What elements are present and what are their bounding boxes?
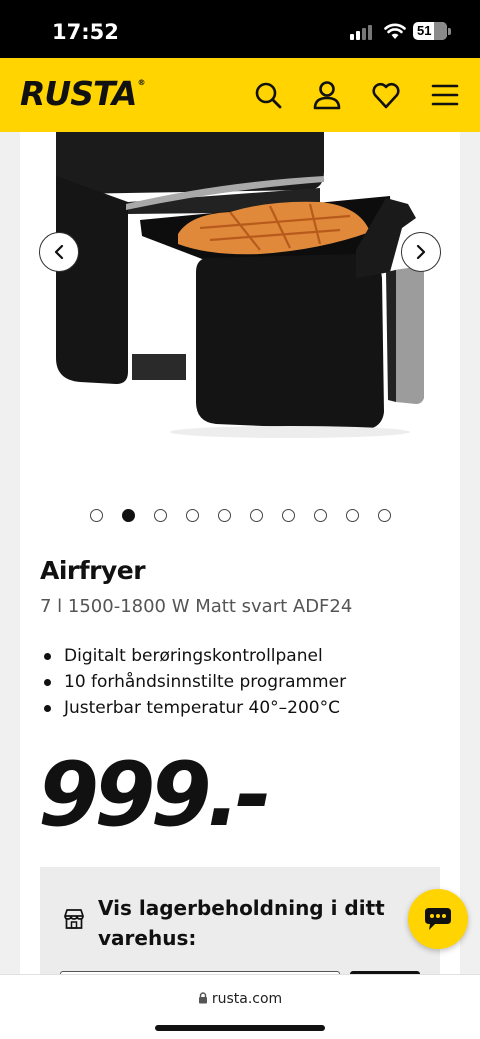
product-image[interactable] xyxy=(20,132,460,462)
stock-panel: Vis lagerbeholdning i ditt varehus: xyxy=(40,867,440,974)
feature-item: 10 forhåndsinnstilte programmer xyxy=(40,669,346,695)
carousel-dot[interactable] xyxy=(154,509,167,522)
carousel-dot[interactable] xyxy=(282,509,295,522)
carousel-prev-button[interactable] xyxy=(39,232,79,272)
home-indicator[interactable] xyxy=(155,1025,325,1031)
site-header: RUSTA® xyxy=(0,58,480,132)
chat-icon xyxy=(425,908,451,930)
store-icon xyxy=(64,909,84,929)
status-time: 17:52 xyxy=(52,20,119,44)
carousel-dot[interactable] xyxy=(378,509,391,522)
battery-tip xyxy=(448,28,451,35)
carousel-dots xyxy=(90,509,391,523)
status-bar: 17:52 51 xyxy=(0,0,480,58)
search-icon[interactable] xyxy=(253,80,283,110)
carousel-dot[interactable] xyxy=(122,509,135,522)
chat-button[interactable] xyxy=(408,889,468,949)
chevron-right-icon xyxy=(416,244,426,260)
battery-indicator: 51 xyxy=(413,22,447,40)
stock-title: Vis lagerbeholdning i ditt varehus: xyxy=(98,896,385,950)
product-title: Airfryer xyxy=(40,556,146,585)
feature-item: Justerbar temperatur 40°–200°C xyxy=(40,695,346,721)
carousel-dot[interactable] xyxy=(250,509,263,522)
heart-icon[interactable] xyxy=(371,80,401,110)
signal-icon xyxy=(350,24,376,40)
browser-address-bar[interactable]: rusta.com xyxy=(0,974,480,1039)
wifi-icon xyxy=(384,23,406,39)
url-display[interactable]: rusta.com xyxy=(0,991,480,1007)
url-text: rusta.com xyxy=(211,991,283,1007)
carousel-dot[interactable] xyxy=(186,509,199,522)
carousel-dot[interactable] xyxy=(90,509,103,522)
carousel-next-button[interactable] xyxy=(401,232,441,272)
lock-icon xyxy=(198,992,207,1004)
product-price: 999.- xyxy=(38,743,272,846)
carousel-dot[interactable] xyxy=(218,509,231,522)
product-card: Airfryer 7 l 1500-1800 W Matt svart ADF2… xyxy=(20,132,460,974)
carousel-dot[interactable] xyxy=(314,509,327,522)
feature-list: Digitalt berøringskontrollpanel 10 forhå… xyxy=(40,643,346,721)
chevron-left-icon xyxy=(54,244,64,260)
feature-item: Digitalt berøringskontrollpanel xyxy=(40,643,346,669)
product-subtitle: 7 l 1500-1800 W Matt svart ADF24 xyxy=(40,596,353,617)
user-icon[interactable] xyxy=(312,80,342,110)
battery-level: 51 xyxy=(417,23,432,38)
carousel-dot[interactable] xyxy=(346,509,359,522)
menu-icon[interactable] xyxy=(430,80,460,110)
rusta-logo[interactable]: RUSTA® xyxy=(20,74,145,113)
